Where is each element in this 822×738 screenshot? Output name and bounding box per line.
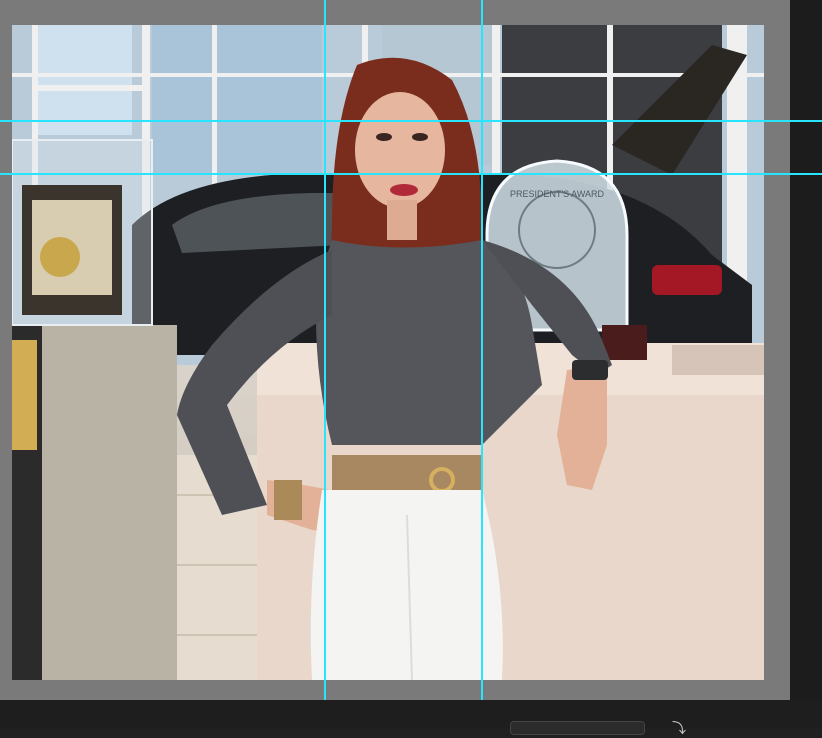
redo-arrow-icon[interactable]: ⤵ (672, 718, 686, 738)
right-panel-gutter (790, 0, 822, 700)
photo-illustration: PRESIDENT'S AWARD (12, 25, 764, 680)
bottom-toolbar (0, 700, 822, 728)
trophy-text: PRESIDENT'S AWARD (510, 189, 605, 199)
photo-layer[interactable]: PRESIDENT'S AWARD (12, 25, 764, 680)
horizontal-guide-bottom[interactable] (0, 173, 822, 175)
bottom-toolbar-button[interactable] (510, 721, 645, 735)
vertical-guide-left[interactable] (324, 0, 326, 700)
vertical-guide-right[interactable] (481, 0, 483, 700)
horizontal-guide-top[interactable] (0, 120, 822, 122)
